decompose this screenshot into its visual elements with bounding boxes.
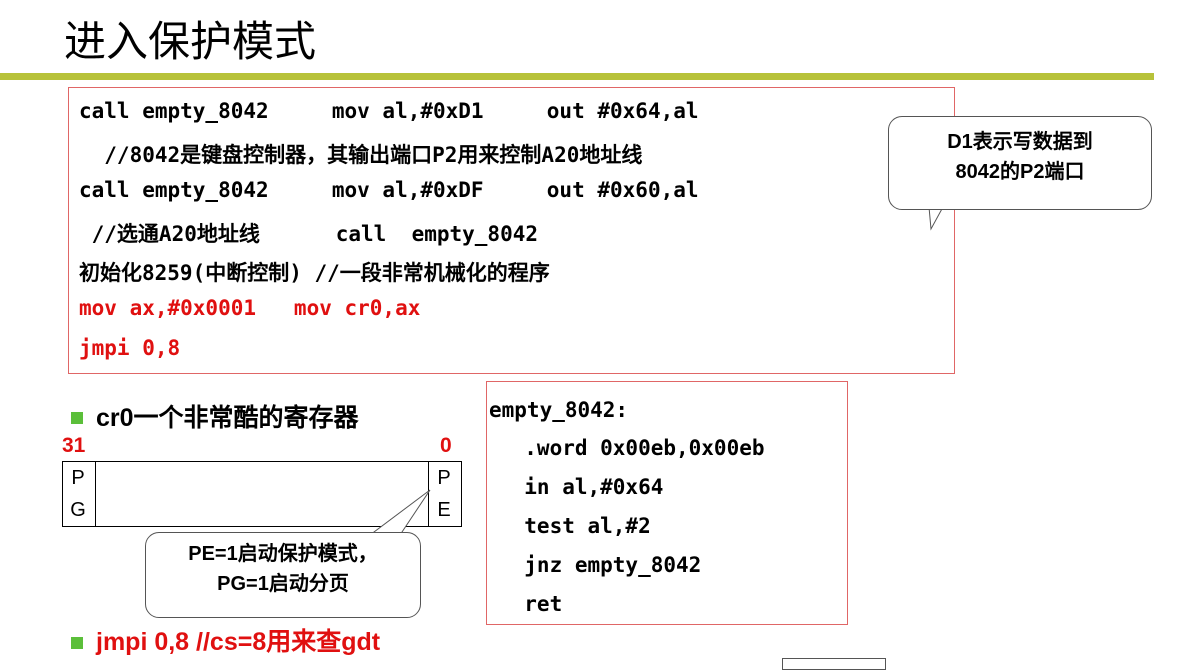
empty-line-4: test al,#2 bbox=[499, 514, 651, 538]
callout-d1: D1表示写数据到 8042的P2端口 bbox=[888, 116, 1152, 210]
code-line-7: jmpi 0,8 bbox=[79, 336, 181, 360]
callout-d1-line1: D1表示写数据到 bbox=[947, 131, 1093, 153]
bullet-cr0: cr0一个非常酷的寄存器 bbox=[96, 404, 359, 432]
callout-pe: PE=1启动保护模式， PG=1启动分页 bbox=[145, 532, 421, 618]
empty-line-3: in al,#0x64 bbox=[499, 475, 664, 499]
pg-letter-g: G bbox=[70, 499, 86, 521]
callout-pe-line1: PE=1启动保护模式， bbox=[188, 543, 378, 565]
bullet-icon bbox=[71, 637, 83, 649]
code-line-4: //选通A20地址线 call empty_8042 bbox=[79, 222, 539, 246]
page-title: 进入保护模式 bbox=[64, 17, 317, 66]
partial-box bbox=[782, 658, 886, 670]
title-divider bbox=[0, 73, 1154, 80]
empty-line-6: ret bbox=[499, 592, 563, 616]
code-line-3: call empty_8042 mov al,#0xDF out #0x60,a… bbox=[79, 178, 699, 202]
empty-line-2: .word 0x00eb,0x00eb bbox=[499, 436, 765, 460]
bullet-jmpi: jmpi 0,8 //cs=8用来查gdt bbox=[96, 628, 381, 656]
empty-line-1: empty_8042: bbox=[489, 398, 629, 422]
bullet-icon bbox=[71, 412, 83, 424]
code-line-1: call empty_8042 mov al,#0xD1 out #0x64,a… bbox=[79, 99, 699, 123]
callout-pe-line2: PG=1启动分页 bbox=[217, 573, 349, 595]
code-line-5: 初始化8259(中断控制) //一段非常机械化的程序 bbox=[79, 261, 550, 285]
empty-line-5: jnz empty_8042 bbox=[499, 553, 702, 577]
code-box: call empty_8042 mov al,#0xD1 out #0x64,a… bbox=[68, 87, 955, 374]
code-line-2: //8042是键盘控制器，其输出端口P2用来控制A20地址线 bbox=[79, 143, 643, 167]
empty-8042-box: empty_8042: .word 0x00eb,0x00eb in al,#0… bbox=[486, 381, 848, 625]
bit-31-label: 31 bbox=[62, 434, 86, 457]
callout-d1-line2: 8042的P2端口 bbox=[955, 161, 1085, 183]
code-line-6: mov ax,#0x0001 mov cr0,ax bbox=[79, 296, 421, 320]
pg-letter-p: P bbox=[71, 467, 85, 489]
bit-0-label: 0 bbox=[440, 434, 452, 457]
